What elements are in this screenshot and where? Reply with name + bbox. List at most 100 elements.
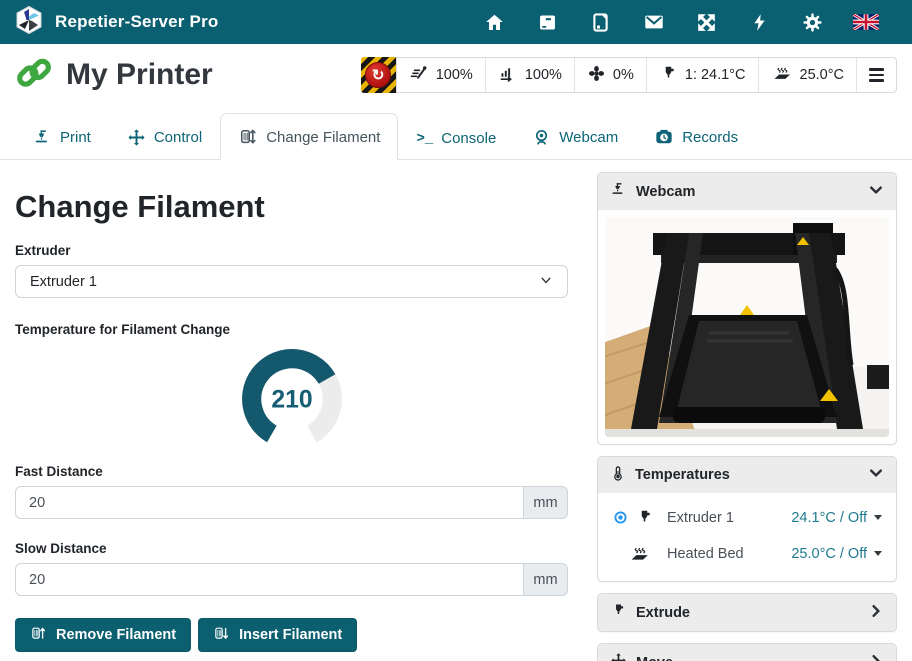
temperatures-panel: Temperatures <box>597 456 897 582</box>
heated-bed-icon <box>627 543 652 564</box>
printer-menu-button[interactable] <box>856 58 896 92</box>
flow-value: 100% <box>525 67 562 83</box>
bed-row-icons <box>612 543 667 564</box>
temperature-label: Temperature for Filament Change <box>15 322 583 337</box>
fan-value: 0% <box>613 67 634 83</box>
settings-icon[interactable] <box>786 12 839 33</box>
temperatures-panel-header[interactable]: Temperatures <box>598 457 896 493</box>
fast-distance-group: mm <box>15 486 568 519</box>
webcam-panel-title: Webcam <box>636 184 695 200</box>
bed-temp-value: 25.0°C <box>800 67 845 83</box>
extruder-row-name: Extruder 1 <box>667 510 734 526</box>
insert-filament-label: Insert Filament <box>239 627 342 643</box>
move-panel: Move <box>597 643 897 661</box>
speed-status[interactable]: 100% <box>397 58 485 92</box>
bed-temp-dropdown[interactable]: 25.0°C / Off <box>791 546 882 562</box>
slow-distance-group: mm <box>15 563 568 596</box>
bed-row-name: Heated Bed <box>667 546 744 562</box>
filament-up-icon <box>30 625 47 646</box>
temperature-row-bed: Heated Bed 25.0°C / Off <box>598 535 896 572</box>
heated-bed-icon <box>771 63 793 87</box>
filament-down-icon <box>213 625 230 646</box>
tab-console-label: Console <box>441 130 496 147</box>
hamburger-icon <box>869 68 884 81</box>
tab-control[interactable]: Control <box>109 114 220 160</box>
extrude-panel-title: Extrude <box>636 605 690 621</box>
remove-filament-button[interactable]: Remove Filament <box>15 618 191 652</box>
home-icon[interactable] <box>468 12 521 33</box>
printer-status-bar: ↻ 100% <box>361 57 897 93</box>
chevron-down-icon <box>868 465 884 485</box>
webcam-image <box>605 217 889 437</box>
tab-control-label: Control <box>154 129 202 146</box>
flow-status[interactable]: 100% <box>485 58 574 92</box>
slow-distance-unit: mm <box>523 563 568 596</box>
move-icon <box>610 652 627 661</box>
printers-icon[interactable] <box>521 12 574 33</box>
tab-change-filament[interactable]: Change Filament <box>220 113 398 160</box>
manual-icon[interactable] <box>574 12 627 33</box>
console-icon: >_ <box>416 131 433 147</box>
temperature-row-extruder: Extruder 1 24.1°C / Off <box>598 500 896 535</box>
insert-filament-button[interactable]: Insert Filament <box>198 618 357 652</box>
language-flag-icon[interactable] <box>839 14 892 30</box>
printer-name: My Printer <box>66 58 213 92</box>
fan-icon <box>587 64 606 87</box>
chevron-down-icon <box>539 273 553 291</box>
webcam-panel-header[interactable]: Webcam <box>598 173 896 210</box>
filament-actions: Remove Filament Insert Filament <box>15 618 583 652</box>
top-navbar: Repetier-Server Pro <box>0 0 912 44</box>
move-panel-header[interactable]: Move <box>598 644 896 661</box>
messages-icon[interactable] <box>627 11 680 33</box>
speed-value: 100% <box>436 67 473 83</box>
printer-header: My Printer ↻ 100% <box>0 44 912 106</box>
nozzle-icon <box>635 508 654 527</box>
gauge-value-text: 210 <box>271 386 312 413</box>
fast-distance-input[interactable] <box>15 486 523 519</box>
tab-webcam[interactable]: Webcam <box>514 114 636 160</box>
app-title: Repetier-Server Pro <box>55 12 218 32</box>
bed-temp-status[interactable]: 25.0°C <box>758 58 857 92</box>
extruder-select[interactable]: Extruder 1 <box>15 265 568 298</box>
extrude-panel-header[interactable]: Extrude <box>598 594 896 631</box>
printer-bed-icon <box>610 181 627 202</box>
extruder-select-value: Extruder 1 <box>30 274 97 290</box>
chevron-right-icon <box>868 603 884 623</box>
chevron-right-icon <box>868 653 884 661</box>
tab-print[interactable]: Print <box>15 114 109 160</box>
fast-distance-label: Fast Distance <box>15 464 583 479</box>
fan-status[interactable]: 0% <box>574 58 646 92</box>
nozzle-icon <box>659 64 678 87</box>
caret-down-icon <box>874 551 882 556</box>
emergency-stop-button[interactable]: ↻ <box>361 57 396 93</box>
brand-link[interactable]: Repetier-Server Pro <box>14 5 218 40</box>
extruder-temp-dropdown[interactable]: 24.1°C / Off <box>791 510 882 526</box>
navbar-icons <box>468 11 898 33</box>
nozzle-icon <box>610 602 627 623</box>
tab-change-filament-label: Change Filament <box>266 129 380 146</box>
tab-records[interactable]: Records <box>636 113 756 160</box>
webcam-panel-body <box>598 210 896 444</box>
active-target-icon <box>612 509 629 526</box>
slow-distance-label: Slow Distance <box>15 541 583 556</box>
right-sidebar: Webcam <box>597 172 897 661</box>
temperatures-panel-title: Temperatures <box>635 467 730 483</box>
temperature-gauge[interactable]: 210 <box>15 344 568 454</box>
printer-tabs: Print Control Change Filament >_ Console <box>0 106 912 160</box>
move-panel-title: Move <box>636 655 673 661</box>
tab-console[interactable]: >_ Console <box>398 116 514 160</box>
webcam-panel: Webcam <box>597 172 897 445</box>
extruder-temp-text: 24.1°C / Off <box>791 510 867 526</box>
slow-distance-input[interactable] <box>15 563 523 596</box>
speed-icon <box>409 63 429 87</box>
power-icon[interactable] <box>733 12 786 33</box>
fullscreen-icon[interactable] <box>680 12 733 33</box>
connection-link-icon <box>15 54 53 97</box>
tab-print-label: Print <box>60 129 91 146</box>
change-filament-panel: Change Filament Extruder Extruder 1 Temp… <box>0 161 597 652</box>
repetier-server-page: Repetier-Server Pro <box>0 0 912 661</box>
extruder-temp-status[interactable]: 1: 24.1°C <box>646 58 758 92</box>
repetier-logo-icon <box>14 5 44 40</box>
tab-webcam-label: Webcam <box>559 129 618 146</box>
extruder-row-icons <box>612 508 667 527</box>
